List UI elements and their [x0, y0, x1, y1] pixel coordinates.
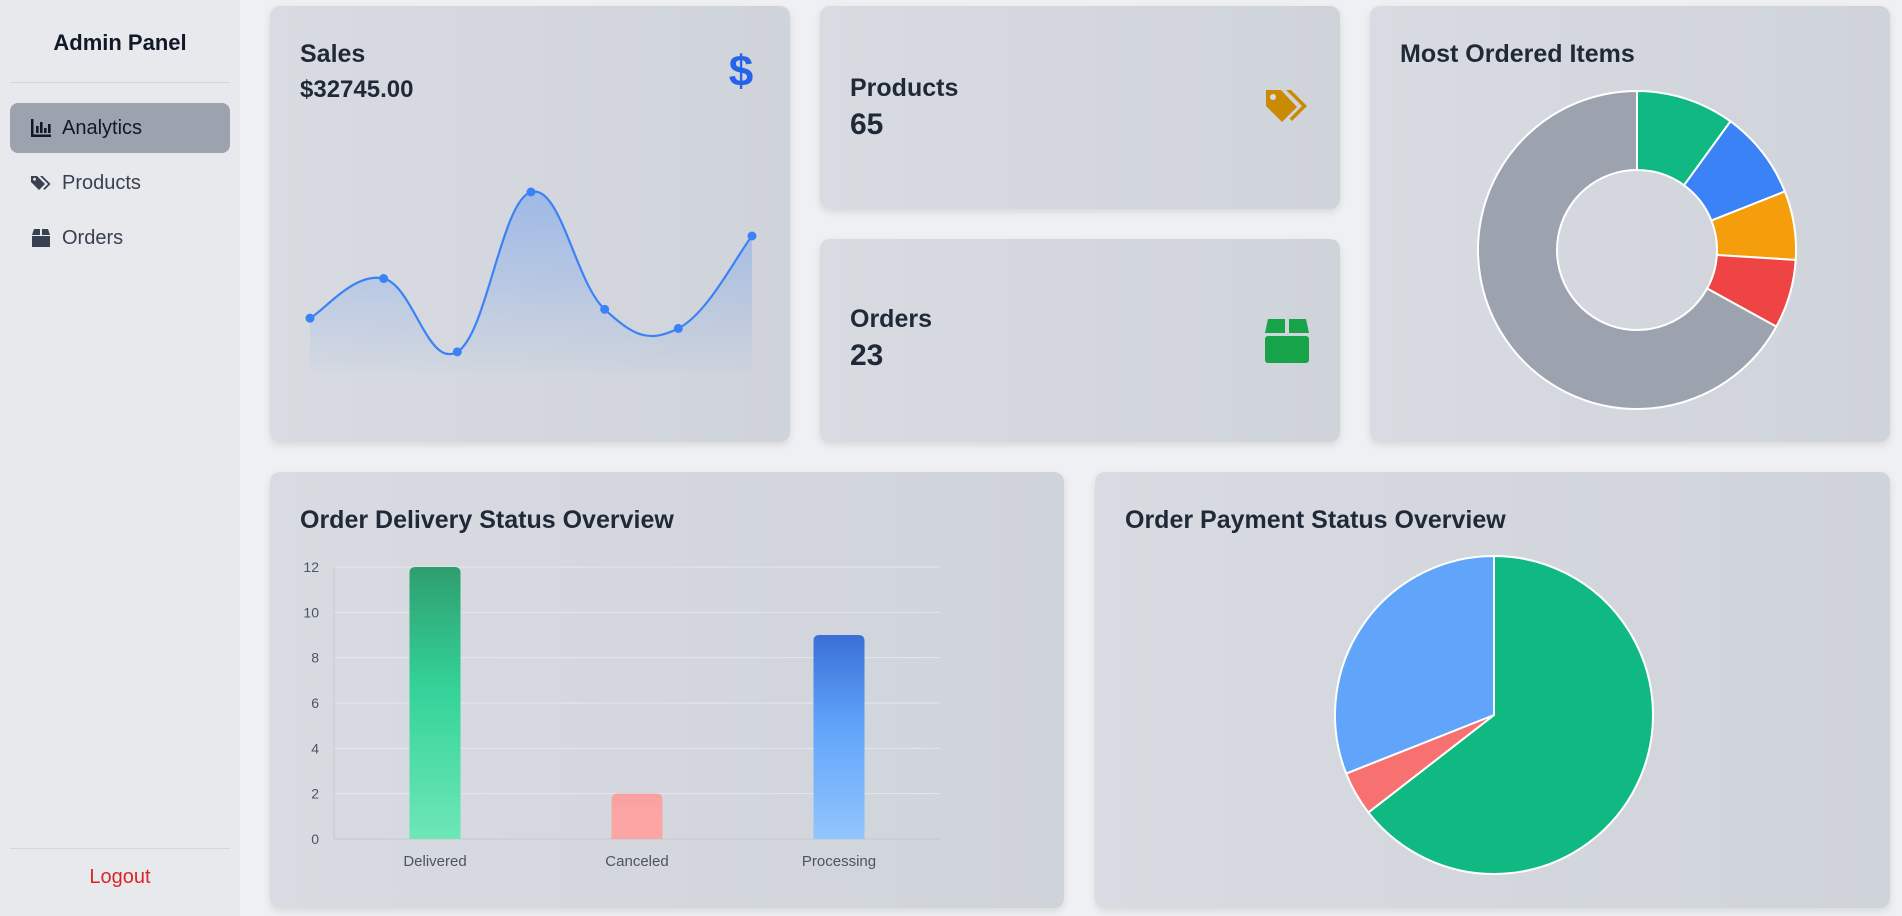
box-icon [32, 229, 50, 247]
orders-title: Orders [850, 305, 932, 333]
orders-card: Orders 23 [820, 239, 1340, 442]
y-tick-label: 4 [311, 740, 319, 756]
y-tick-label: 2 [311, 786, 319, 802]
y-tick-label: 12 [303, 559, 319, 575]
sales-point-1 [379, 274, 389, 284]
x-tick-label: Canceled [605, 853, 668, 870]
tag-icon [1266, 90, 1307, 122]
y-tick-label: 0 [311, 831, 319, 847]
payment-card: Order Payment Status Overview [1095, 472, 1890, 908]
sidebar-divider-top [10, 82, 230, 83]
sidebar-item-orders[interactable]: Orders [10, 213, 230, 263]
sidebar-item-label: Analytics [62, 116, 143, 139]
sales-point-0 [305, 313, 315, 323]
delivery-bar-chart: 0 2 4 6 8 10 12 Delivered Canceled Processing [303, 559, 940, 870]
orders-value: 23 [850, 339, 884, 372]
sales-point-2 [452, 347, 462, 357]
bar-delivered [409, 567, 461, 839]
y-tick-label: 6 [311, 695, 319, 711]
delivery-card: Order Delivery Status Overview 0 2 4 6 8 10 12… [270, 472, 1064, 908]
products-title: Products [850, 74, 959, 102]
bar-chart-icon [31, 119, 51, 137]
y-tick-label: 8 [311, 650, 319, 666]
products-value: 65 [850, 108, 884, 141]
most-ordered-donut-chart [1477, 89, 1797, 410]
sales-point-4 [600, 304, 610, 314]
box-open-icon [1265, 319, 1309, 363]
bar-canceled [611, 793, 663, 839]
sales-point-3 [526, 187, 536, 197]
sidebar: Admin Panel Analytics Products Orders Lo… [0, 0, 240, 916]
x-tick-label: Processing [802, 853, 876, 870]
logout-button[interactable]: Logout [0, 866, 240, 889]
tags-icon [31, 176, 51, 190]
bar-processing [813, 635, 865, 839]
sidebar-item-products[interactable]: Products [10, 158, 230, 208]
payment-pie-chart [1334, 554, 1654, 875]
sales-point-6 [747, 231, 757, 241]
sidebar-item-label: Products [62, 171, 141, 194]
sales-card: Sales $32745.00 $ [270, 6, 790, 442]
x-tick-label: Delivered [403, 853, 466, 870]
sidebar-item-label: Orders [62, 226, 124, 249]
sales-area-fill [310, 191, 752, 372]
products-card: Products 65 [820, 6, 1340, 209]
y-tick-label: 10 [303, 604, 319, 620]
sidebar-item-analytics[interactable]: Analytics [10, 103, 230, 153]
brand-title: Admin Panel [53, 30, 187, 55]
sales-point-5 [673, 323, 683, 333]
sidebar-divider-bottom [10, 848, 230, 849]
sales-line-chart [305, 187, 757, 372]
most-ordered-card: Most Ordered Items [1370, 6, 1890, 442]
